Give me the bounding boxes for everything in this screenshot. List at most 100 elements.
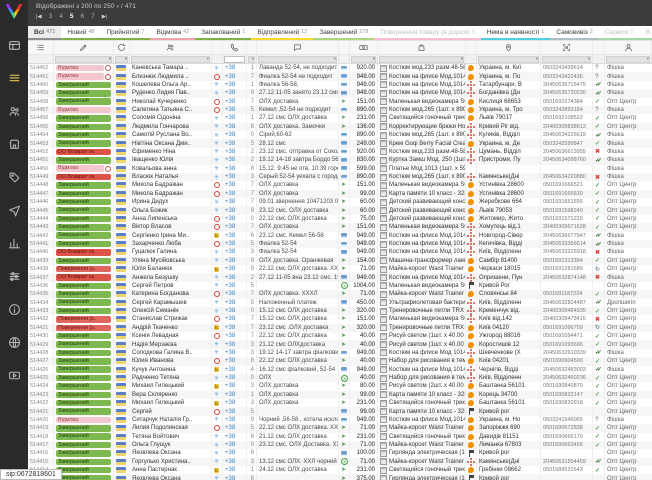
filter-dropdown[interactable]: ▾ — [478, 56, 539, 63]
table-row[interactable]: 514434ЗавершенийСергей Карамышев✳+385Нал… — [28, 299, 652, 307]
table-row[interactable]: 514453ЗавершенийНікітіна Оксана Дми..✳+3… — [28, 139, 652, 147]
tab-7[interactable]: Повернення товару (в дорозі)0 — [374, 26, 480, 40]
table-row[interactable]: 514451ЗавершенийІващенко Юлія✳+38219.12 … — [28, 156, 652, 164]
page-number[interactable]: 3 — [49, 13, 53, 20]
tab-4[interactable]: Запакований1 — [195, 26, 251, 40]
page-number[interactable]: 5 — [70, 13, 74, 20]
column-header-flag[interactable] — [114, 41, 130, 54]
column-header-src[interactable] — [212, 41, 223, 54]
sidebar-item-web[interactable] — [0, 330, 28, 354]
table-row[interactable]: 514459ЗавершенийРуденко Лидия Пав..✳+389… — [28, 89, 652, 97]
filter-dropdown[interactable]: ▾ — [542, 56, 591, 63]
column-header-carrier[interactable] — [466, 41, 477, 54]
column-header-comment[interactable] — [257, 41, 339, 54]
table-row[interactable]: 514458ЗавершенийНиколай Кучеренко+387ОЛХ… — [28, 98, 652, 106]
table-row[interactable]: 514435ЗавершенийКатерина Богданова+387ОЛ… — [28, 290, 652, 298]
table-row[interactable]: 514440DO Возврат ок..Гуцалюк Галина✳+383… — [28, 248, 652, 256]
page-number[interactable]: 4 — [59, 13, 63, 20]
column-header-name[interactable] — [130, 41, 212, 54]
table-row[interactable]: 514452DO Возврат ок..Єфименко Ніна✳+3822… — [28, 148, 652, 156]
phone-filter-input[interactable] — [224, 56, 245, 63]
sidebar-item-video[interactable] — [0, 363, 28, 387]
table-row[interactable]: 514446ЗавершенийИрина Дидух✳+38709.01 зв… — [28, 198, 652, 206]
table-row[interactable]: 514413ЗавершенийЯковлева Оксана✳+388➤375… — [28, 474, 652, 480]
chevron-down-icon[interactable]: ▾ — [116, 4, 119, 10]
filter-dropdown[interactable]: ▾ — [115, 56, 128, 63]
table-row[interactable]: 514450ВідмоваКовальова анна✳+38815.12. 9… — [28, 165, 652, 173]
table-row[interactable]: 514417ЗавершенийОльга Глущук✳+38023.12 с… — [28, 441, 652, 449]
column-header-id[interactable] — [28, 41, 54, 54]
page-number[interactable]: 7 — [91, 13, 95, 20]
table-row[interactable]: 514437DO Возврат ок..Анжела Безушку✳+382… — [28, 273, 652, 281]
sidebar-item-orders[interactable] — [0, 66, 28, 90]
table-row[interactable]: 514439ЗавершенийУляна Мусійовська✳+389ОЛ… — [28, 257, 652, 265]
tab-9[interactable]: Самовивіз2 — [550, 26, 599, 40]
table-row[interactable]: 514421ЗавершенийСергей+38599.00Карта пам… — [28, 407, 652, 415]
filter-dropdown[interactable]: ▾ — [379, 56, 464, 63]
table-row[interactable]: 514460ЗавершенийКошелева Ольга Ар..✳+381… — [28, 81, 652, 89]
table-row[interactable]: 514438Повернення (з..Юлія Баланюкlc+3892… — [28, 265, 652, 273]
table-row[interactable]: 514456ЗавершенийСоломія Сідоніна✳+38127.… — [28, 114, 652, 122]
column-header-pay[interactable] — [339, 41, 350, 54]
column-header-product[interactable] — [378, 41, 466, 54]
tab-5[interactable]: Відправлений12 — [251, 26, 313, 40]
table-row[interactable]: 514424ЗавершенийМихаил Гилецькийlc+383ОЛ… — [28, 382, 652, 390]
table-row[interactable]: 514429ЗавершенийНадія Мерзаєва✳+38321.12… — [28, 340, 652, 348]
table-row[interactable]: 514442ЗавершенийСергіенко Ірина Ми..lc+3… — [28, 232, 652, 240]
table-row[interactable]: 514445ЗавершенийОльга Божик✳+38923.12 см… — [28, 206, 652, 214]
table-row[interactable]: 514414ЗавершенийАнна Пастернакlc+38124.1… — [28, 466, 652, 474]
filter-dropdown[interactable]: ▾ — [606, 56, 650, 63]
table-row[interactable]: 514428ЗавершенийСолодкова Галина В..✳+38… — [28, 349, 652, 357]
column-header-address[interactable] — [477, 41, 541, 54]
table-row[interactable]: 514423ЗавершенийВера Скляренко✳+381ОЛХ д… — [28, 391, 652, 399]
filter-dropdown[interactable]: ▾ — [258, 56, 337, 63]
table-row[interactable]: 514454ЗавершенийСамотій Руслана Во..✳+38… — [28, 131, 652, 139]
last-page-button[interactable]: ▶| — [102, 14, 108, 20]
table-row[interactable]: 514444ЗавершенийАнна Липенська+38022.12 … — [28, 215, 652, 223]
sidebar-item-products[interactable] — [0, 165, 28, 189]
table-row[interactable]: 514433ЗавершенийОлексій Семанін✳+38015.1… — [28, 307, 652, 315]
table-row[interactable]: 514415ЗавершенийГоргулько Христина..✳+38… — [28, 458, 652, 466]
table-row[interactable]: 514427ЗавершенийЮлия Иванова+38822.12 см… — [28, 357, 652, 365]
table-row[interactable]: 514431Повернення (з..Андрій Ткаченкоlc+3… — [28, 324, 652, 332]
column-header-tstat[interactable] — [593, 41, 605, 54]
page-number[interactable]: 6 — [81, 13, 85, 20]
column-header-phone[interactable] — [223, 41, 247, 54]
table-row[interactable]: 514449DO Возврат ок..Власюк Наталья✳+383… — [28, 173, 652, 181]
sidebar-item-campaigns[interactable] — [0, 198, 28, 222]
sidebar-item-dashboard[interactable] — [0, 33, 28, 57]
tab-8[interactable]: Нема в наявності1 — [481, 26, 551, 40]
table-row[interactable]: 514425ЗавершенийРадченко Тетяна✳+380ОЛХ$… — [28, 374, 652, 382]
column-header-status[interactable] — [54, 41, 114, 54]
filter-dropdown[interactable]: ▾ — [248, 56, 255, 63]
table-row[interactable]: 514441ЗавершенийЗахарченко Люба+385Фиалк… — [28, 240, 652, 248]
sidebar-item-info[interactable] — [0, 297, 28, 321]
table-row[interactable]: 514416ЗавершенийЯковлева Оксана✳+388100.… — [28, 449, 652, 457]
table-row[interactable]: 514461ВідмоваБлизнюк Людмила ..+387Фиалк… — [28, 72, 652, 80]
table-row[interactable]: 514443ЗавершенийВіктор Власов+387ОЛХ дос… — [28, 223, 652, 231]
column-header-n[interactable] — [247, 41, 257, 54]
sidebar-item-settings[interactable] — [0, 264, 28, 288]
table-row[interactable]: 514462ВідмоваКаневська Тамара ..✳+381Лав… — [28, 64, 652, 72]
sidebar-item-reports[interactable] — [0, 231, 28, 255]
table-row[interactable]: 514432Повернення (з..Станислав Стрижак+3… — [28, 315, 652, 323]
sidebar-item-store[interactable] — [0, 132, 28, 156]
column-header-ttn[interactable] — [541, 41, 593, 54]
table-row[interactable]: 514455ЗавершенийЛюдмила Гончарова✳+388ОЛ… — [28, 123, 652, 131]
column-header-client[interactable] — [605, 41, 652, 54]
table-row[interactable]: 514426ЗавершенийКучук Антонинаlc+38416.1… — [28, 366, 652, 374]
tab-10[interactable]: Сервіси0 — [599, 26, 640, 40]
table-row[interactable]: 514420ВідмоваСитарчук Наталія Гр..✳+389Ч… — [28, 416, 652, 424]
table-row[interactable]: 514418ЗавершенийТетяна Войтович✳+38621.1… — [28, 433, 652, 441]
table-row[interactable]: 514422ЗавершенийМихаил Гилецькийlc+383ОЛ… — [28, 399, 652, 407]
tab-11[interactable]: В дорозі додому0 — [640, 26, 652, 40]
table-row[interactable]: 514430ЗавершенийКсенія Левадная+38722.12… — [28, 332, 652, 340]
first-page-button[interactable]: |◀ — [36, 14, 42, 20]
sidebar-item-clients[interactable] — [0, 99, 28, 123]
filter-dropdown[interactable]: ▾ — [131, 56, 210, 63]
filter-dropdown[interactable]: ▾ — [351, 56, 376, 63]
table-row[interactable]: 514448ЗавершенийМикола Бадражан+387ОЛХ д… — [28, 181, 652, 189]
filter-dropdown[interactable]: ▾ — [55, 56, 112, 63]
table-row[interactable]: 514436ЗавершенийСергей Петров✳+385$1004.… — [28, 282, 652, 290]
table-row[interactable]: 514457ВідмоваСалегина Татьяна С..+385Кем… — [28, 106, 652, 114]
